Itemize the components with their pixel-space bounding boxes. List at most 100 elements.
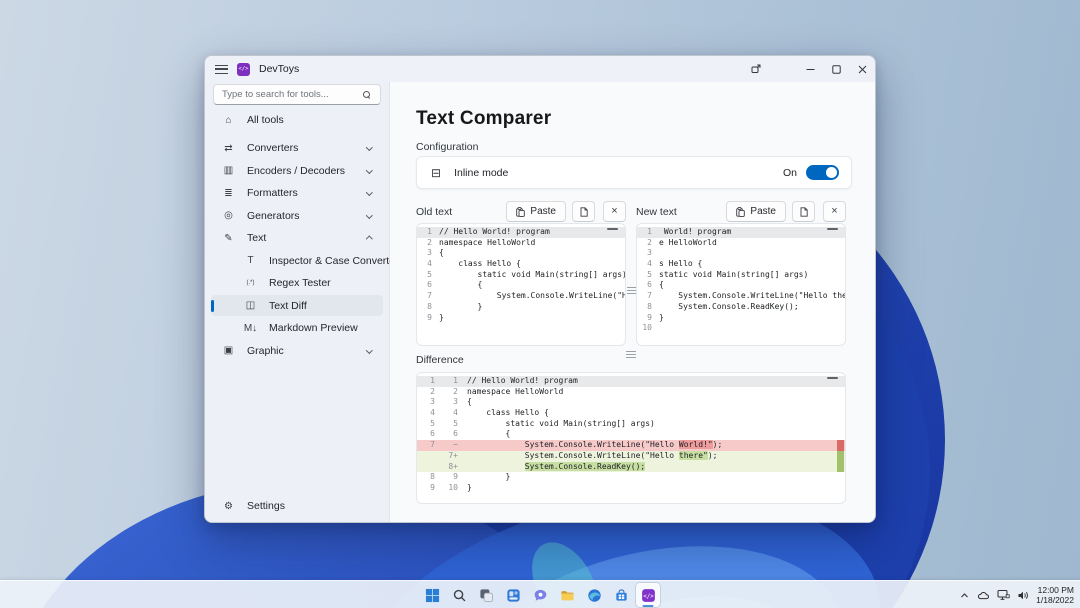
taskbar-devtoys-icon[interactable]: </> — [636, 583, 660, 607]
diff-code-text: System.Console.WriteLine("Hello there"); — [467, 451, 845, 462]
diff-row: 33{ — [417, 397, 845, 408]
chevron-down-icon — [366, 347, 372, 353]
main-content: Text Comparer Configuration ⊟ Inline mod… — [390, 82, 875, 522]
line-number: 1 — [637, 227, 659, 238]
diff-old-line-number — [417, 462, 439, 473]
compact-overlay-icon[interactable] — [743, 56, 769, 82]
inline-mode-toggle[interactable] — [806, 165, 839, 181]
code-text: class Hello { — [439, 259, 521, 270]
taskbar-widgets-icon[interactable] — [501, 583, 525, 607]
added-ruler-mark — [837, 451, 844, 462]
search-input[interactable] — [214, 89, 363, 100]
sidebar-item-formatters[interactable]: ≣Formatters — [211, 183, 383, 204]
clock-date: 1/18/2022 — [1036, 595, 1074, 605]
maximize-button[interactable] — [823, 56, 849, 82]
code-line: 1 World! program — [637, 227, 845, 238]
close-button[interactable] — [849, 56, 875, 82]
minimize-button[interactable] — [797, 56, 823, 82]
taskbar-store-icon[interactable] — [609, 583, 633, 607]
chevron-down-icon — [366, 167, 372, 173]
sidebar-item-label: All tools — [247, 114, 284, 126]
old-editor-scrollbar[interactable] — [607, 228, 618, 230]
inline-mode-card: ⊟ Inline mode On — [416, 156, 852, 189]
taskbar-task-view-icon[interactable] — [474, 583, 498, 607]
old-load-file-button[interactable] — [572, 201, 595, 222]
sidebar-item-text-diff[interactable]: ◫Text Diff — [211, 295, 383, 316]
line-number: 7 — [417, 291, 439, 302]
difference-view[interactable]: 11// Hello World! program22namespace Hel… — [416, 372, 846, 504]
code-line: 8 } — [417, 302, 625, 313]
new-load-file-button[interactable] — [792, 201, 815, 222]
old-clear-button[interactable]: × — [603, 201, 626, 222]
inline-mode-label: Inline mode — [454, 167, 508, 179]
code-text: // Hello World! program — [439, 227, 550, 238]
devtoys-logo-icon: </> — [237, 63, 250, 76]
search-icon[interactable] — [363, 91, 371, 99]
taskbar-start-icon[interactable] — [420, 583, 444, 607]
speaker-icon[interactable] — [1017, 590, 1029, 601]
sidebar-item-settings[interactable]: ⚙Settings — [211, 496, 383, 517]
new-text-editor[interactable]: 1 World! program2e HelloWorld34s Hello {… — [636, 223, 846, 346]
old-text-editor[interactable]: 1// Hello World! program2namespace Hello… — [416, 223, 626, 346]
taskbar-edge-icon[interactable] — [582, 583, 606, 607]
vertical-splitter-grip[interactable] — [627, 287, 636, 295]
sidebar-item-label: Inspector & Case Converter — [269, 255, 399, 267]
sidebar-item-generators[interactable]: ◎Generators — [211, 205, 383, 226]
new-paste-button[interactable]: Paste — [726, 201, 786, 222]
diff-row: 11// Hello World! program — [417, 376, 845, 387]
sidebar: ⌂All tools ⇄Converters▥Encoders / Decoder… — [205, 82, 390, 522]
new-editor-scrollbar[interactable] — [827, 228, 838, 230]
diff-code-text: static void Main(string[] args) — [467, 419, 845, 430]
sidebar-item-label: Settings — [247, 500, 285, 512]
diff-row: 8+ System.Console.ReadKey(); — [417, 462, 845, 473]
line-number: 5 — [637, 270, 659, 281]
code-text: World! program — [659, 227, 731, 238]
diff-code-text: { — [467, 397, 845, 408]
horizontal-splitter-grip[interactable] — [626, 351, 636, 358]
code-line: 3{ — [417, 248, 625, 259]
diff-code-text: System.Console.ReadKey(); — [467, 462, 845, 473]
sidebar-item-markdown-preview[interactable]: M↓Markdown Preview — [211, 318, 383, 339]
diff-code-text: } — [467, 472, 845, 483]
sidebar-item-all-tools[interactable]: ⌂All tools — [211, 110, 383, 131]
sidebar-item-label: Encoders / Decoders — [247, 165, 345, 177]
diff-row: 89 } — [417, 472, 845, 483]
taskbar-file-explorer-icon[interactable] — [555, 583, 579, 607]
sidebar-item-converters[interactable]: ⇄Converters — [211, 138, 383, 159]
code-line: 9} — [417, 313, 625, 324]
diff-new-line-number: 8+ — [439, 462, 461, 473]
sidebar-item-encoders-decoders[interactable]: ▥Encoders / Decoders — [211, 160, 383, 181]
old-paste-button[interactable]: Paste — [506, 201, 566, 222]
diff-old-line-number: 5 — [417, 419, 439, 430]
markdown-icon: M↓ — [243, 323, 258, 334]
diff-old-line-number: 1 — [417, 376, 439, 387]
system-tray: 12:00 PM 1/18/2022 — [959, 581, 1074, 608]
chevron-up-icon[interactable] — [959, 590, 970, 601]
regex-icon: (.*) — [243, 280, 258, 286]
sidebar-item-graphic[interactable]: ▣Graphic — [211, 340, 383, 361]
code-text: static void Main(string[] args) — [439, 270, 625, 281]
sidebar-item-text[interactable]: ✎Text — [211, 228, 383, 249]
text-inspector-icon: T — [243, 255, 258, 266]
paste-icon — [736, 207, 745, 217]
new-clear-button[interactable]: × — [823, 201, 846, 222]
line-number: 4 — [637, 259, 659, 270]
network-icon[interactable] — [997, 589, 1010, 601]
removed-word-highlight: World!" — [679, 440, 713, 449]
diff-new-line-number: 2 — [439, 387, 461, 398]
hamburger-menu-icon[interactable] — [215, 65, 228, 74]
diff-overview-ruler — [837, 374, 844, 502]
onedrive-cloud-icon[interactable] — [977, 590, 990, 601]
search-box — [213, 84, 381, 105]
taskbar-chat-icon[interactable] — [528, 583, 552, 607]
split-document-icon: ◫ — [243, 300, 258, 311]
sidebar-item-inspector-case-converter[interactable]: TInspector & Case Converter — [211, 250, 383, 271]
diff-new-line-number: 10 — [439, 483, 461, 494]
image-icon: ▣ — [221, 345, 236, 356]
code-text: System.Console.ReadKey(); — [659, 302, 799, 313]
taskbar-search-icon[interactable] — [447, 583, 471, 607]
clock-time: 12:00 PM — [1036, 585, 1074, 595]
sidebar-item-regex-tester[interactable]: (.*)Regex Tester — [211, 273, 383, 294]
code-line: 1// Hello World! program — [417, 227, 625, 238]
taskbar-clock[interactable]: 12:00 PM 1/18/2022 — [1036, 585, 1074, 605]
